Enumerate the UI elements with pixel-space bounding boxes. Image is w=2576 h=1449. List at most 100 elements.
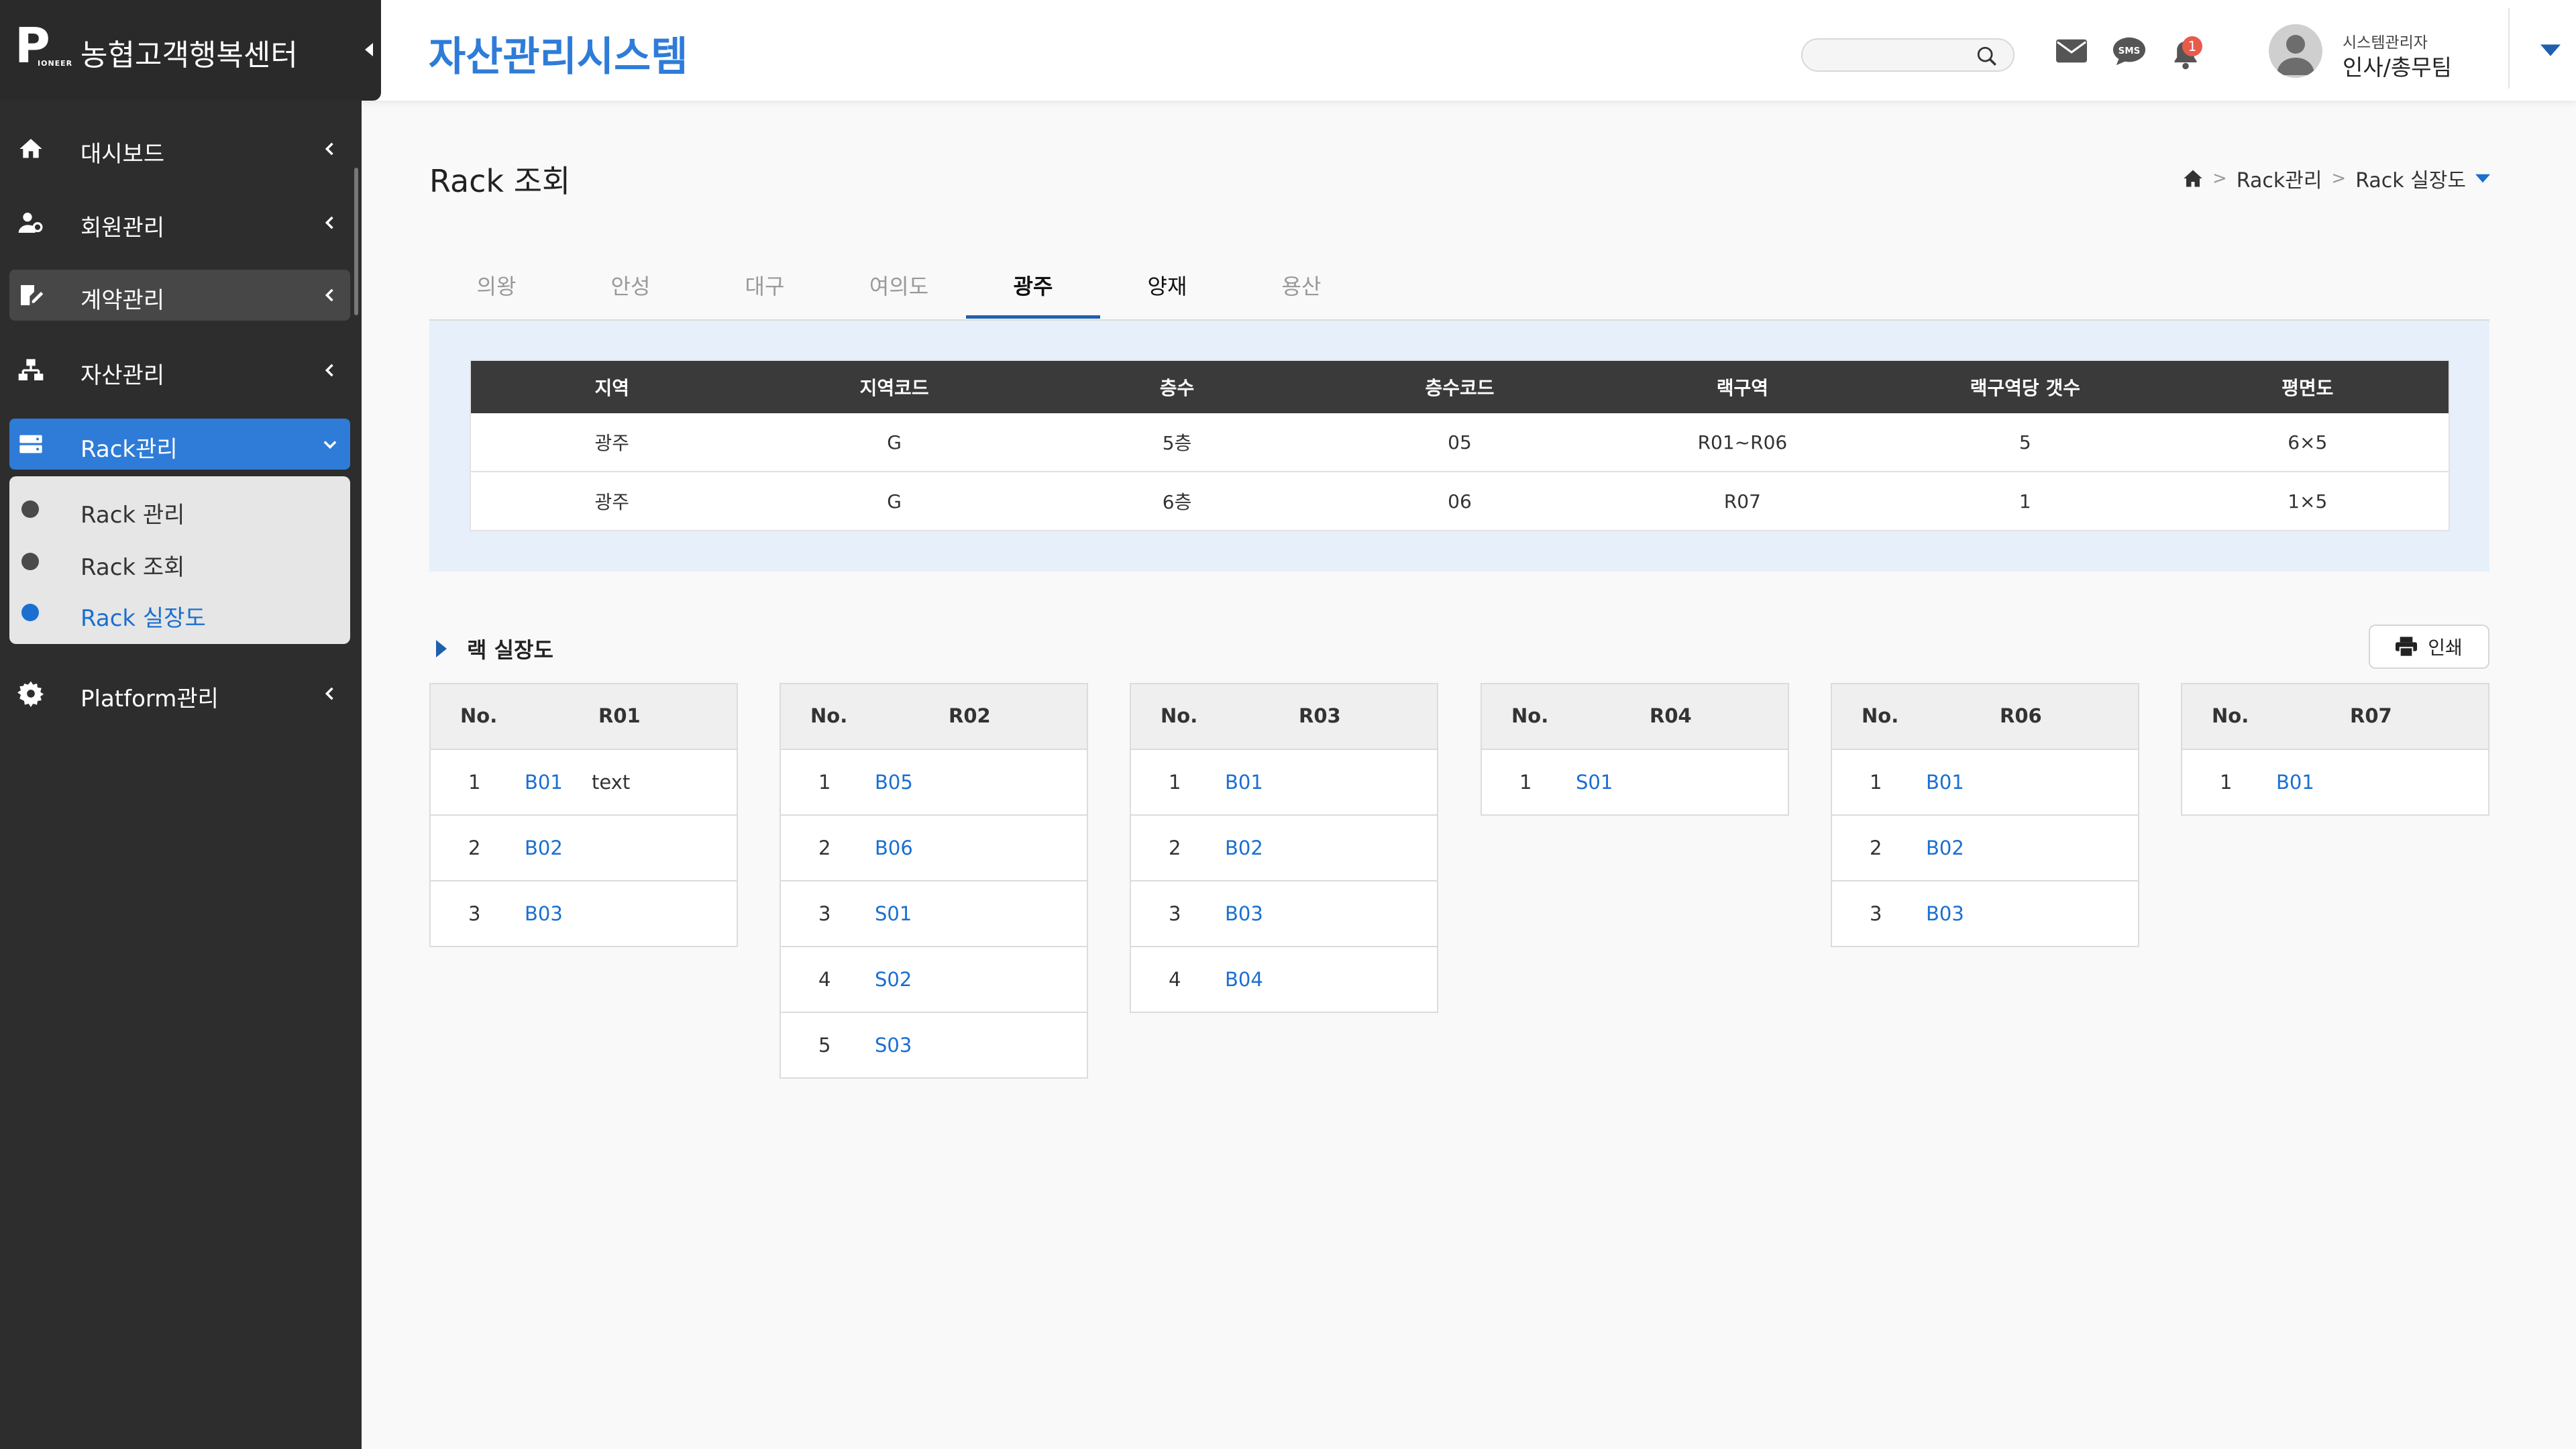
slot-code-link[interactable]: B03 [1225,902,1263,925]
slot-code-link[interactable]: B06 [875,837,913,859]
slot-code-link[interactable]: B03 [525,902,563,925]
tab-yongsan[interactable]: 용산 [1234,270,1368,301]
avatar[interactable] [2269,24,2322,78]
caret-right-icon [436,640,447,657]
slot-number: 1 [1870,771,1882,794]
slot-code-link[interactable]: S02 [875,968,912,991]
rack-slot-row: 2 B02 [431,816,737,881]
rack-name: R06 [2000,704,2042,727]
network-icon [17,357,44,384]
tab-daegu[interactable]: 대구 [698,270,832,301]
slot-code-link[interactable]: B01 [525,771,563,794]
submenu-item-label: Rack 조회 [80,554,185,581]
submenu-item-rack-manage[interactable]: Rack 관리 [9,486,350,533]
slot-number: 1 [1169,771,1181,794]
sidebar-item-label: 계약관리 [80,287,165,314]
tab-gwangju[interactable]: 광주 [966,270,1100,301]
submenu-item-label: Rack 실장도 [80,605,206,632]
slot-code-link[interactable]: B01 [1926,771,1964,794]
sidebar-item-rack[interactable]: Rack관리 [9,419,350,470]
rack-slot-row: 1 B01 [1832,750,2138,816]
caret-down-icon[interactable] [2475,174,2490,183]
table-cell: 광주 [470,413,753,472]
user-menu-caret-icon[interactable] [2540,44,2561,56]
table-row[interactable]: 광주 G 6층 06 R07 1 1×5 [470,472,2449,531]
column-header: 층수 [1035,360,1319,413]
breadcrumb-item[interactable]: Rack관리 [2237,164,2322,193]
slot-number: 1 [1519,771,1532,794]
submenu-item-rack-layout[interactable]: Rack 실장도 [9,589,350,636]
slot-number: 2 [468,837,481,859]
sidebar-collapse-icon[interactable] [362,42,376,58]
home-icon[interactable] [2183,169,2203,188]
rack-slot-row: 2 B06 [781,816,1087,881]
sidebar: 대시보드 회원관리 계약관리 자산관리 Rack관리 Rack 관리 Rack … [0,0,362,1449]
submenu-item-rack-view[interactable]: Rack 조회 [9,538,350,585]
slot-code-link[interactable]: B01 [2276,771,2314,794]
search-icon[interactable] [1976,45,1998,68]
top-header: 자산관리시스템 SMS 1 시스템관리자 인사/총무팀 [362,0,2576,101]
notification-badge: 1 [2182,36,2202,56]
slot-code-link[interactable]: S03 [875,1034,912,1057]
table-cell: 1×5 [2166,472,2449,531]
sidebar-item-dashboard[interactable]: 대시보드 [9,123,350,174]
rack-name: R07 [2350,704,2392,727]
home-icon [17,136,44,162]
tab-uiwang[interactable]: 의왕 [429,270,564,301]
slot-code-link[interactable]: B03 [1926,902,1964,925]
slot-number: 2 [818,837,831,859]
rack-name: R02 [949,704,991,727]
slot-code-link[interactable]: S01 [1576,771,1613,794]
tab-yeouido[interactable]: 여의도 [832,270,966,301]
rack-slot-row: 1 B01 [2182,750,2488,814]
slot-number: 5 [818,1034,831,1057]
slot-number: 2 [1870,837,1882,859]
rack-header: No. R07 [2182,684,2488,750]
bullet-icon [21,553,39,570]
slot-code-link[interactable]: B02 [525,837,563,859]
brand-name: 농협고객행복센터 [80,38,298,72]
rack-slot-row: 3 S01 [781,881,1087,947]
rack-no-header: No. [810,704,848,727]
slot-code-link[interactable]: B02 [1225,837,1263,859]
tab-yangjae[interactable]: 양재 [1100,270,1234,301]
breadcrumb: > Rack관리 > Rack 실장도 [2183,164,2490,193]
table-row[interactable]: 광주 G 5층 05 R01~R06 5 6×5 [470,413,2449,472]
sidebar-scrollbar[interactable] [354,168,358,315]
printer-icon [2396,637,2418,657]
slot-number: 2 [1169,837,1181,859]
sidebar-item-contracts[interactable]: 계약관리 [9,270,350,321]
breadcrumb-separator: > [2212,168,2227,189]
rack-slot-row: 4 B04 [1131,947,1437,1012]
sidebar-item-assets[interactable]: 자산관리 [9,345,350,396]
table-cell: G [753,472,1036,531]
rack-slot-row: 4 S02 [781,947,1087,1013]
pioneer-logo: P IONEER [15,17,72,74]
mail-icon[interactable] [2056,39,2087,63]
rack-name: R01 [598,704,641,727]
chevron-left-icon [321,286,339,305]
rack-no-header: No. [1161,704,1198,727]
sidebar-item-platform[interactable]: Platform관리 [9,668,350,719]
user-settings-icon [17,209,44,236]
breadcrumb-item[interactable]: Rack 실장도 [2355,164,2466,193]
slot-code-link[interactable]: B01 [1225,771,1263,794]
rack-slot-row: 3 B03 [1832,881,2138,946]
tab-anseong[interactable]: 안성 [564,270,698,301]
slot-number: 3 [1169,902,1181,925]
rack-card-r04: No. R04 1 S01 [1481,683,1789,816]
svg-text:SMS: SMS [2118,46,2141,56]
rack-name: R03 [1299,704,1341,727]
slot-code-link[interactable]: B04 [1225,968,1263,991]
slot-code-link[interactable]: B05 [875,771,913,794]
region-tabs: 의왕 안성 대구 여의도 광주 양재 용산 [429,259,2489,321]
search-input[interactable] [1801,38,2015,72]
slot-code-link[interactable]: S01 [875,902,912,925]
table-cell: 05 [1318,413,1601,472]
table-cell: 5층 [1035,413,1319,472]
slot-code-link[interactable]: B02 [1926,837,1964,859]
sidebar-item-members[interactable]: 회원관리 [9,197,350,248]
sms-icon[interactable]: SMS [2112,36,2146,66]
print-button[interactable]: 인쇄 [2369,625,2489,669]
rack-slot-row: 1 B05 [781,750,1087,816]
